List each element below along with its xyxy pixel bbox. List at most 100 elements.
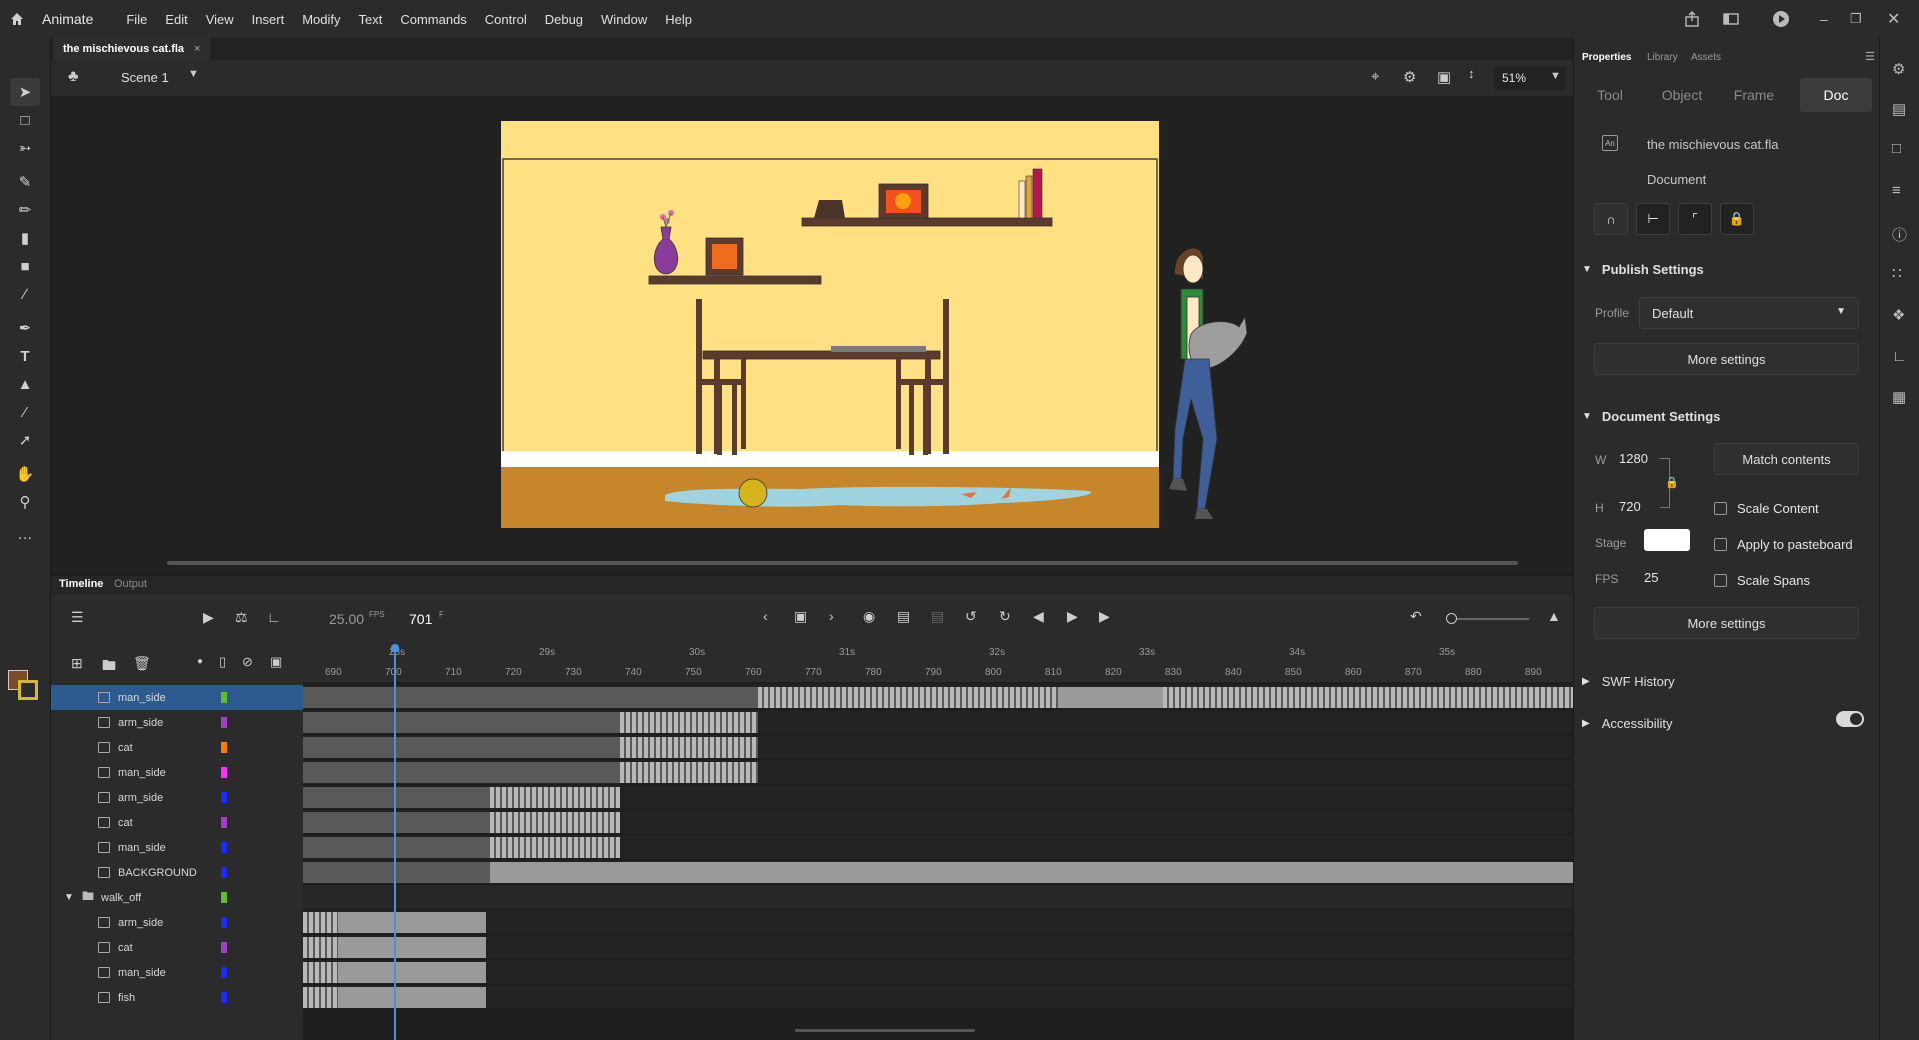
rectangle-icon[interactable]: ■: [10, 252, 40, 280]
layer-color-swatch[interactable]: [221, 742, 227, 753]
menu-window[interactable]: Window: [592, 12, 656, 27]
paint-brush-icon[interactable]: ✎: [10, 168, 40, 196]
layer-row[interactable]: cat: [51, 935, 303, 960]
frame-row[interactable]: [303, 860, 1573, 885]
components-icon[interactable]: ❖: [1892, 306, 1905, 324]
lock-icon[interactable]: ▣: [270, 654, 282, 670]
info-panel-icon[interactable]: ⓘ: [1892, 224, 1907, 245]
undo-zoom-icon[interactable]: ↶: [1410, 608, 1422, 625]
menu-file[interactable]: File: [117, 12, 156, 27]
layer-row[interactable]: arm_side: [51, 785, 303, 810]
library-panel-icon[interactable]: ▤: [1892, 100, 1906, 118]
layer-row[interactable]: man_side: [51, 760, 303, 785]
lasso-icon[interactable]: ➳: [10, 134, 40, 162]
profile-select[interactable]: Default ▼: [1639, 297, 1859, 329]
tab-library[interactable]: Library: [1647, 52, 1678, 63]
tab-timeline[interactable]: Timeline: [59, 578, 103, 590]
pen-icon[interactable]: ✒: [10, 314, 40, 342]
pin-icon[interactable]: ➚: [10, 426, 40, 454]
paint-bucket-icon[interactable]: ▲: [10, 370, 40, 398]
clip-icon[interactable]: ▣: [1437, 68, 1451, 86]
layer-color-swatch[interactable]: [221, 892, 227, 903]
frame-row[interactable]: [303, 885, 1573, 910]
snap-to-objects-icon[interactable]: ∩: [1594, 203, 1628, 235]
layer-color-swatch[interactable]: [221, 817, 227, 828]
publish-settings-section[interactable]: ▼ Publish Settings: [1582, 259, 1872, 279]
tab-assets[interactable]: Assets: [1691, 52, 1721, 63]
playhead[interactable]: [394, 646, 396, 1040]
frame-row[interactable]: [303, 710, 1573, 735]
keyframe-strip[interactable]: [490, 812, 620, 833]
align-panel-icon[interactable]: ≡: [1892, 182, 1901, 199]
keyframe-strip[interactable]: [758, 687, 1058, 708]
delete-layer-icon[interactable]: 🗑: [133, 655, 151, 672]
menu-commands[interactable]: Commands: [391, 12, 475, 27]
hand-icon[interactable]: ✋: [10, 460, 40, 488]
swatches-icon[interactable]: ▦: [1892, 388, 1906, 406]
keyframe-strip[interactable]: [620, 762, 758, 783]
layer-color-swatch[interactable]: [221, 842, 227, 853]
layer-color-swatch[interactable]: [221, 917, 227, 928]
share-icon[interactable]: [1683, 0, 1701, 38]
layer-color-swatch[interactable]: [221, 967, 227, 978]
close-icon[interactable]: ✕: [1887, 0, 1900, 38]
keyframe-strip[interactable]: [490, 787, 620, 808]
step-forward-icon[interactable]: ▶: [1099, 608, 1110, 625]
chevron-down-icon[interactable]: ▼: [64, 892, 74, 903]
tab-properties[interactable]: Properties: [1582, 52, 1631, 63]
layer-parenting-icon[interactable]: ⚖: [235, 609, 248, 626]
lock-doc-icon[interactable]: 🔒: [1720, 203, 1754, 235]
step-back-icon[interactable]: ◀: [1033, 608, 1044, 625]
stage-canvas[interactable]: [497, 121, 1163, 531]
menu-control[interactable]: Control: [476, 12, 536, 27]
fill-color-swatch[interactable]: [18, 680, 38, 700]
zoom-icon[interactable]: ⚲: [10, 488, 40, 516]
restore-icon[interactable]: ❐: [1850, 0, 1862, 38]
frame-rows[interactable]: [303, 685, 1573, 1040]
match-contents-button[interactable]: Match contents: [1714, 443, 1859, 475]
menu-text[interactable]: Text: [349, 12, 391, 27]
width-value[interactable]: 1280: [1619, 451, 1648, 466]
frame-row[interactable]: [303, 760, 1573, 785]
document-structure-icon[interactable]: ⊢: [1636, 203, 1670, 235]
menu-help[interactable]: Help: [656, 12, 701, 27]
layer-row[interactable]: cat: [51, 810, 303, 835]
test-movie-icon[interactable]: [1772, 0, 1790, 38]
snap-icon[interactable]: ⌖: [1371, 68, 1379, 85]
frame-row[interactable]: [303, 685, 1573, 710]
stage-color-swatch[interactable]: [1644, 529, 1690, 551]
height-value[interactable]: 720: [1619, 499, 1641, 514]
timeline-zoom-slider[interactable]: [1449, 618, 1529, 620]
loop-icon[interactable]: ↺: [965, 608, 977, 625]
prev-keyframe-icon[interactable]: ‹: [763, 608, 768, 624]
menu-modify[interactable]: Modify: [293, 12, 349, 27]
edit-multiple-frames-icon[interactable]: ▤: [897, 608, 910, 625]
menu-insert[interactable]: Insert: [243, 12, 294, 27]
document-tab[interactable]: the mischievous cat.fla ×: [53, 38, 211, 60]
brush-icon[interactable]: ✏: [10, 196, 40, 224]
next-keyframe-icon[interactable]: ›: [829, 608, 834, 624]
subtab-frame[interactable]: Frame: [1718, 78, 1790, 112]
swf-history-section[interactable]: ▶ SWF History: [1582, 671, 1872, 691]
free-transform-icon[interactable]: □: [10, 106, 40, 134]
stage-area[interactable]: [51, 96, 1573, 574]
line-icon[interactable]: ∕: [10, 280, 40, 308]
frame-row[interactable]: [303, 785, 1573, 810]
subtab-tool[interactable]: Tool: [1574, 78, 1646, 112]
frame-row[interactable]: [303, 810, 1573, 835]
edit-symbols-icon[interactable]: ♣: [68, 68, 79, 86]
document-settings-section[interactable]: ▼ Document Settings: [1582, 406, 1872, 426]
keyframe-strip[interactable]: [620, 737, 758, 758]
hide-icon[interactable]: ⊘: [242, 654, 253, 670]
motion-presets-icon[interactable]: ∷: [1892, 264, 1902, 282]
frame-row[interactable]: [303, 935, 1573, 960]
loop-playback-icon[interactable]: ↻: [999, 608, 1011, 625]
layer-color-swatch[interactable]: [221, 792, 227, 803]
frame-row[interactable]: [303, 735, 1573, 760]
fps-value[interactable]: 25.00: [329, 611, 364, 627]
fps-doc-value[interactable]: 25: [1644, 570, 1658, 585]
subtab-doc[interactable]: Doc: [1800, 78, 1872, 112]
timeline-hscrollbar[interactable]: [795, 1029, 975, 1032]
onion-skin-icon[interactable]: ◉: [863, 608, 875, 625]
keyframe-strip[interactable]: [303, 987, 338, 1008]
